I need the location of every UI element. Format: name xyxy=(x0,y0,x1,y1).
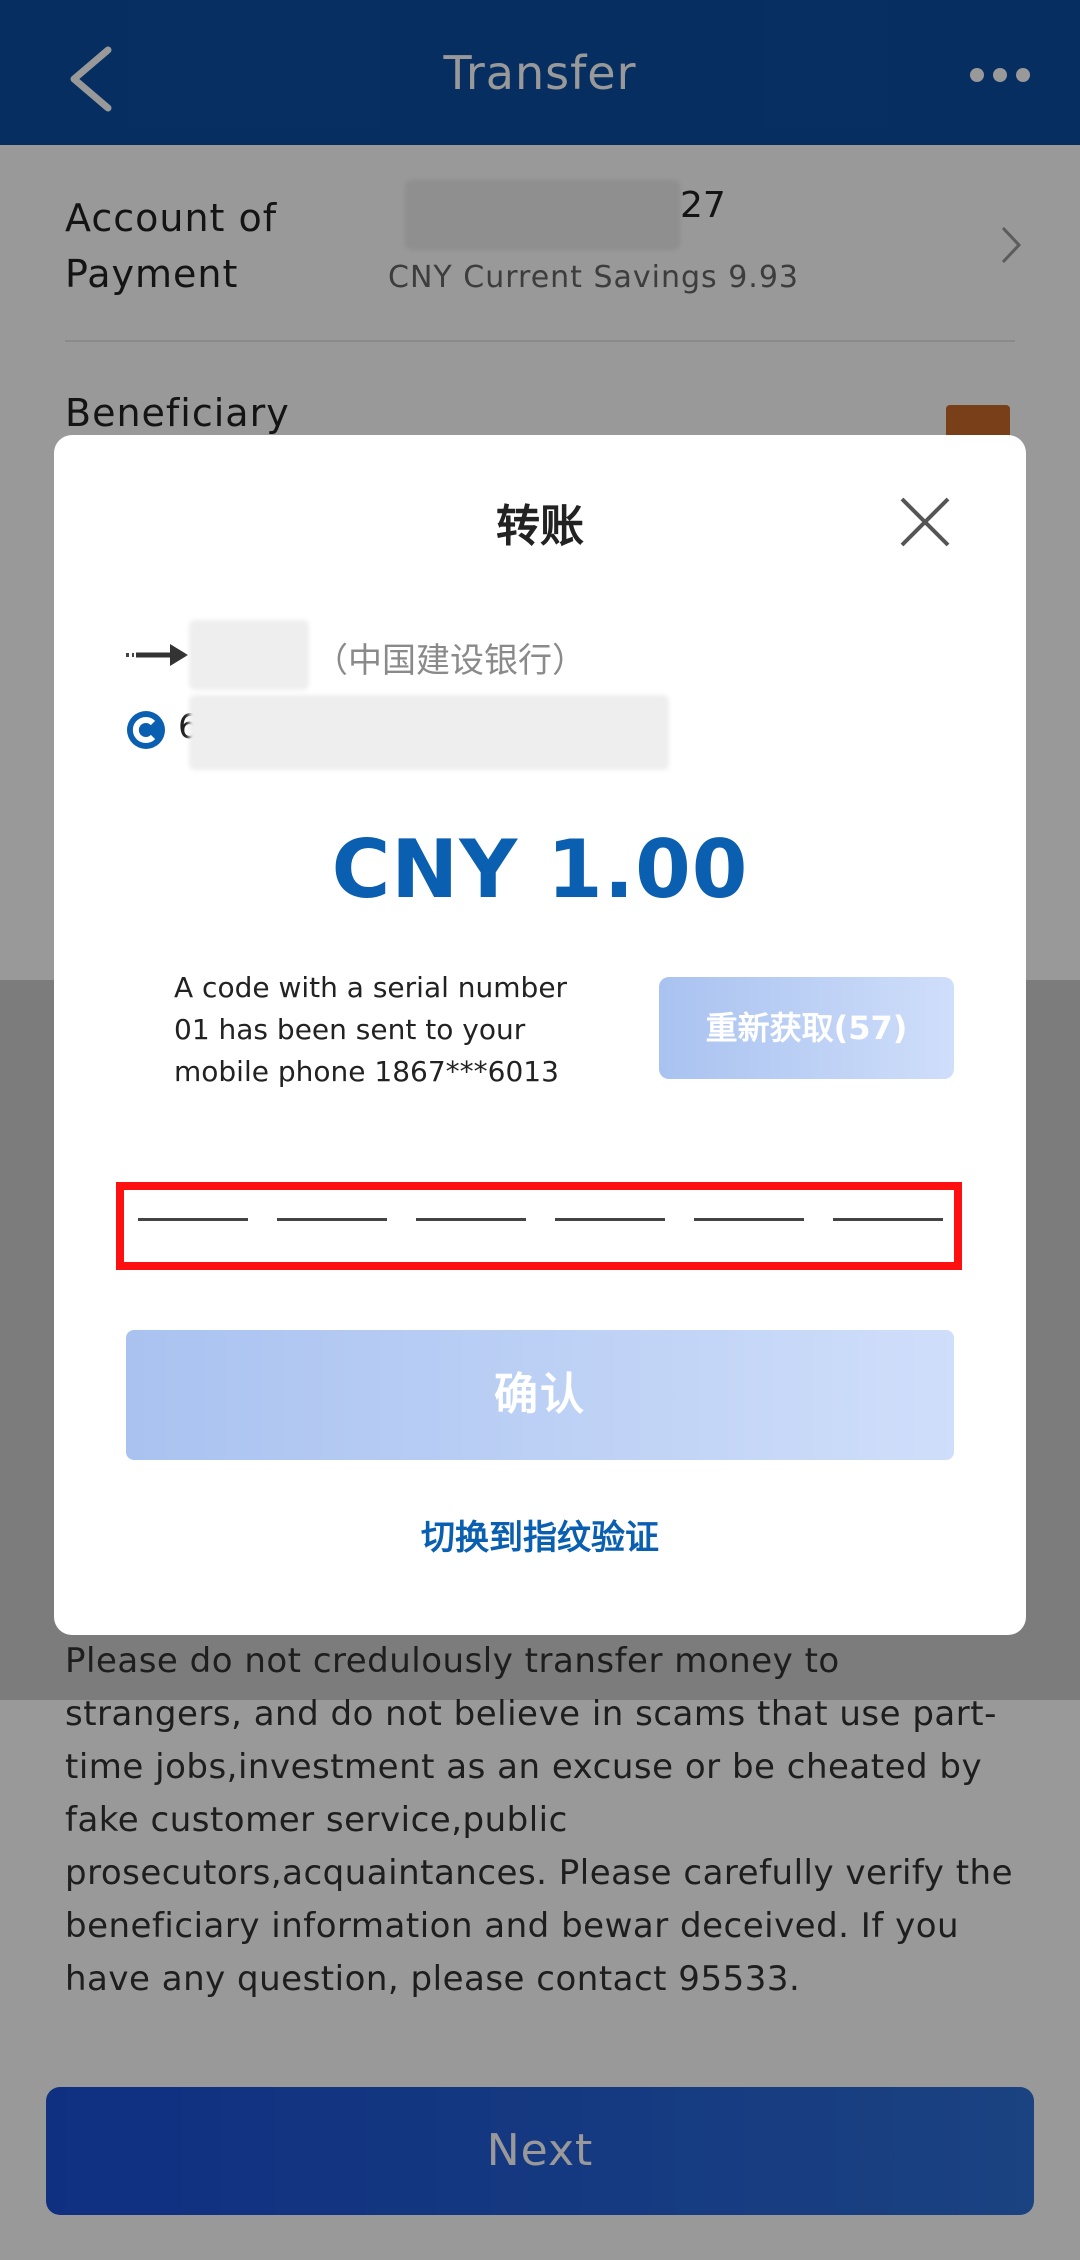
close-icon[interactable] xyxy=(898,495,952,549)
redacted-beneficiary-name xyxy=(189,620,309,690)
ccb-bank-logo-icon xyxy=(127,711,165,749)
code-digit-slot[interactable] xyxy=(694,1218,804,1221)
switch-to-fingerprint-link[interactable]: 切换到指纹验证 xyxy=(54,1510,1026,1559)
code-digit-slot[interactable] xyxy=(138,1218,248,1221)
beneficiary-bank-name: （中国建设银行） xyxy=(314,641,586,681)
transfer-amount: CNY 1.00 xyxy=(331,823,749,916)
resend-code-button[interactable]: 重新获取(57) xyxy=(659,977,954,1079)
code-digit-slot[interactable] xyxy=(833,1218,943,1221)
code-digit-slot[interactable] xyxy=(277,1218,387,1221)
dialog-title: 转账 xyxy=(496,501,584,552)
redacted-account-number xyxy=(189,695,669,770)
code-digit-slot[interactable] xyxy=(555,1218,665,1221)
confirm-button[interactable]: 确认 xyxy=(126,1330,954,1460)
sms-code-message: A code with a serial number 01 has been … xyxy=(174,971,568,1088)
transfer-arrow-icon xyxy=(126,644,188,666)
verification-dialog: 转账 （中国建设银行） 6 CNY 1.00 A code with a ser… xyxy=(54,435,1026,1635)
verification-code-input[interactable] xyxy=(116,1182,962,1270)
code-digit-slot[interactable] xyxy=(416,1218,526,1221)
